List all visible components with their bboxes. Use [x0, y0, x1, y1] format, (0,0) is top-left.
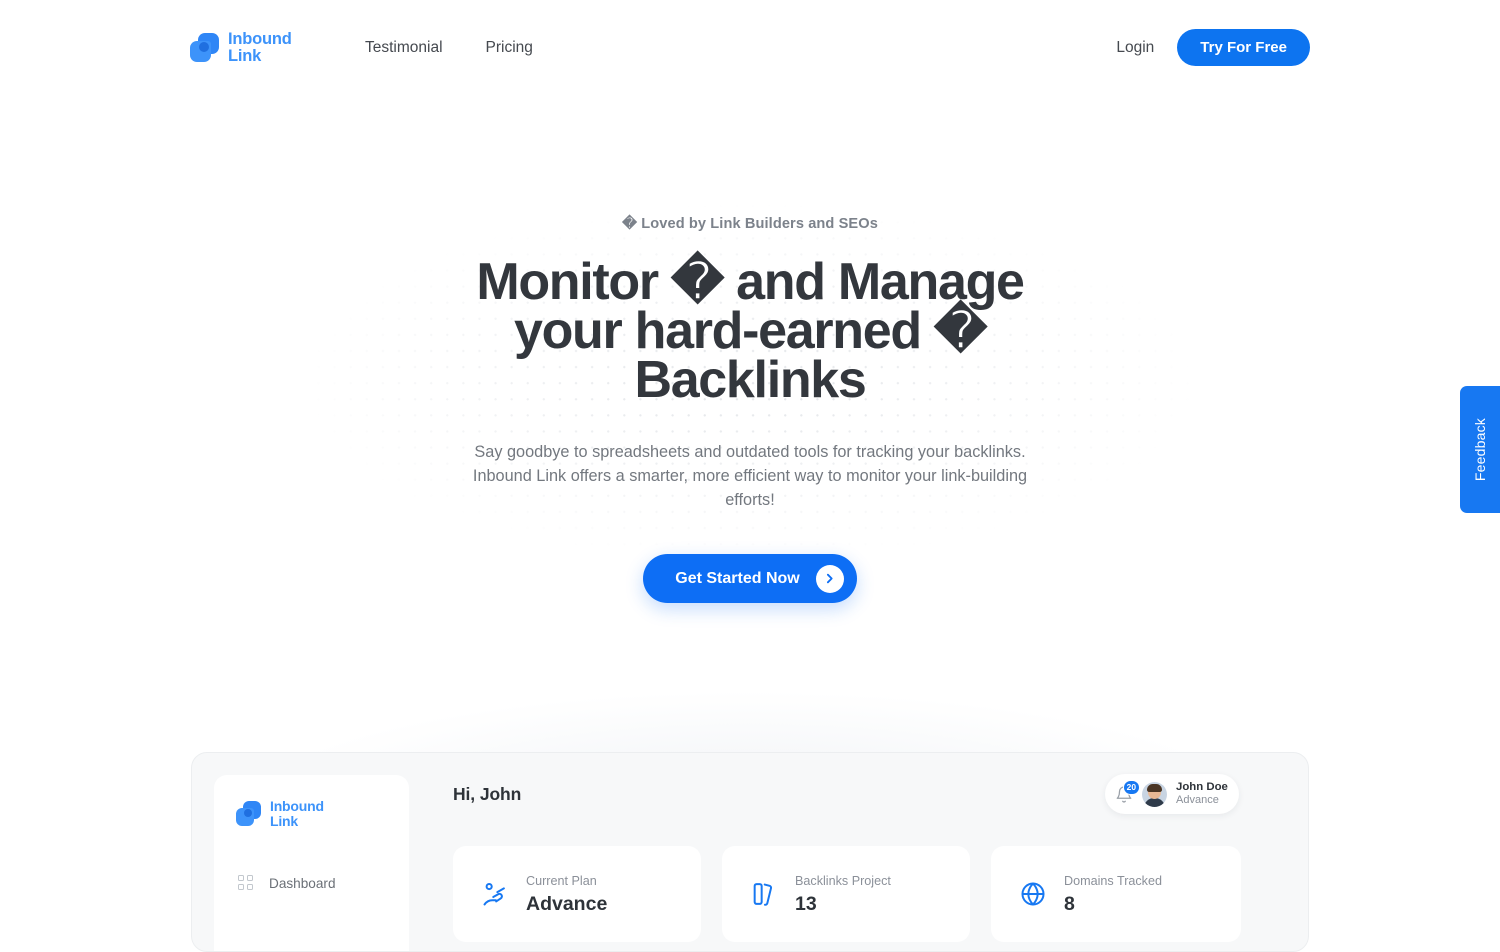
profile-text: John Doe Advance	[1176, 781, 1228, 807]
stat-text: Current Plan Advance	[526, 873, 607, 916]
hero-eyebrow: � Loved by Link Builders and SEOs	[622, 216, 878, 232]
header-actions: Login Try For Free	[1116, 29, 1310, 66]
try-for-free-button[interactable]: Try For Free	[1177, 29, 1310, 66]
get-started-button[interactable]: Get Started Now	[643, 554, 857, 604]
nav-item-pricing[interactable]: Pricing	[486, 36, 533, 60]
grid-icon	[238, 875, 254, 891]
profile-plan: Advance	[1176, 794, 1219, 807]
sidebar-item-dashboard-label: Dashboard	[269, 875, 336, 891]
site-logo[interactable]: Inbound Link	[190, 30, 292, 66]
books-icon	[750, 880, 778, 908]
dashboard-sidebar-logo[interactable]: Inbound Link	[236, 799, 324, 828]
hero-subtitle: Say goodbye to spreadsheets and outdated…	[472, 443, 1028, 509]
feedback-tab[interactable]: Feedback	[1460, 386, 1500, 513]
stat-label: Backlinks Project	[795, 873, 891, 888]
inbound-link-logo-icon	[190, 33, 219, 63]
stat-text: Domains Tracked 8	[1064, 873, 1162, 916]
chevron-right-icon	[815, 564, 844, 593]
hero-section: � Loved by Link Builders and SEOs Monito…	[0, 96, 1500, 706]
sidebar-item-dashboard[interactable]: Dashboard	[230, 867, 395, 899]
site-header: Inbound Link Testimonial Pricing Login T…	[0, 0, 1500, 96]
stat-label: Domains Tracked	[1064, 873, 1162, 888]
globe-icon	[1019, 880, 1047, 908]
feedback-tab-label: Feedback	[1472, 417, 1488, 482]
avatar	[1142, 781, 1167, 807]
dashboard-brand-wordmark: Inbound Link	[270, 799, 324, 828]
bell-icon[interactable]: 20	[1115, 779, 1140, 804]
primary-nav: Testimonial Pricing	[365, 36, 533, 60]
stat-label: Current Plan	[526, 873, 597, 888]
dashboard-greeting: Hi, John	[453, 784, 522, 804]
stat-card-backlinks-project: Backlinks Project 13	[722, 846, 970, 942]
hero-title: Monitor � and Manage your hard-earned � …	[430, 256, 1070, 406]
login-link[interactable]: Login	[1116, 36, 1154, 60]
dashboard-brand-line1: Inbound	[270, 798, 324, 814]
get-started-label: Get Started Now	[675, 569, 800, 587]
stat-value: 8	[1064, 892, 1075, 915]
dashboard-sidebar: Inbound Link Dashboard	[214, 775, 409, 951]
stat-card-domains-tracked: Domains Tracked 8	[991, 846, 1241, 942]
stat-card-current-plan: Current Plan Advance	[453, 846, 701, 942]
profile-name: John Doe	[1176, 780, 1228, 793]
plan-hand-icon	[481, 880, 509, 908]
dashboard-brand-line2: Link	[270, 812, 298, 829]
nav-item-testimonial[interactable]: Testimonial	[365, 36, 443, 60]
notification-badge: 20	[1122, 779, 1140, 795]
hero-cta-wrapper: Get Started Now	[0, 554, 1500, 604]
brand-wordmark: Inbound Link	[228, 30, 292, 66]
stat-value: Advance	[526, 892, 608, 915]
brand-word-line1: Inbound	[228, 30, 292, 48]
inbound-link-logo-icon	[236, 800, 261, 827]
brand-word-line2: Link	[228, 47, 262, 66]
stat-text: Backlinks Project 13	[795, 873, 891, 916]
stat-value: 13	[795, 892, 817, 915]
profile-pill[interactable]: 20 John Doe Advance	[1105, 774, 1239, 814]
hero-title-line-2: hard-earned � Backlinks	[634, 302, 987, 409]
